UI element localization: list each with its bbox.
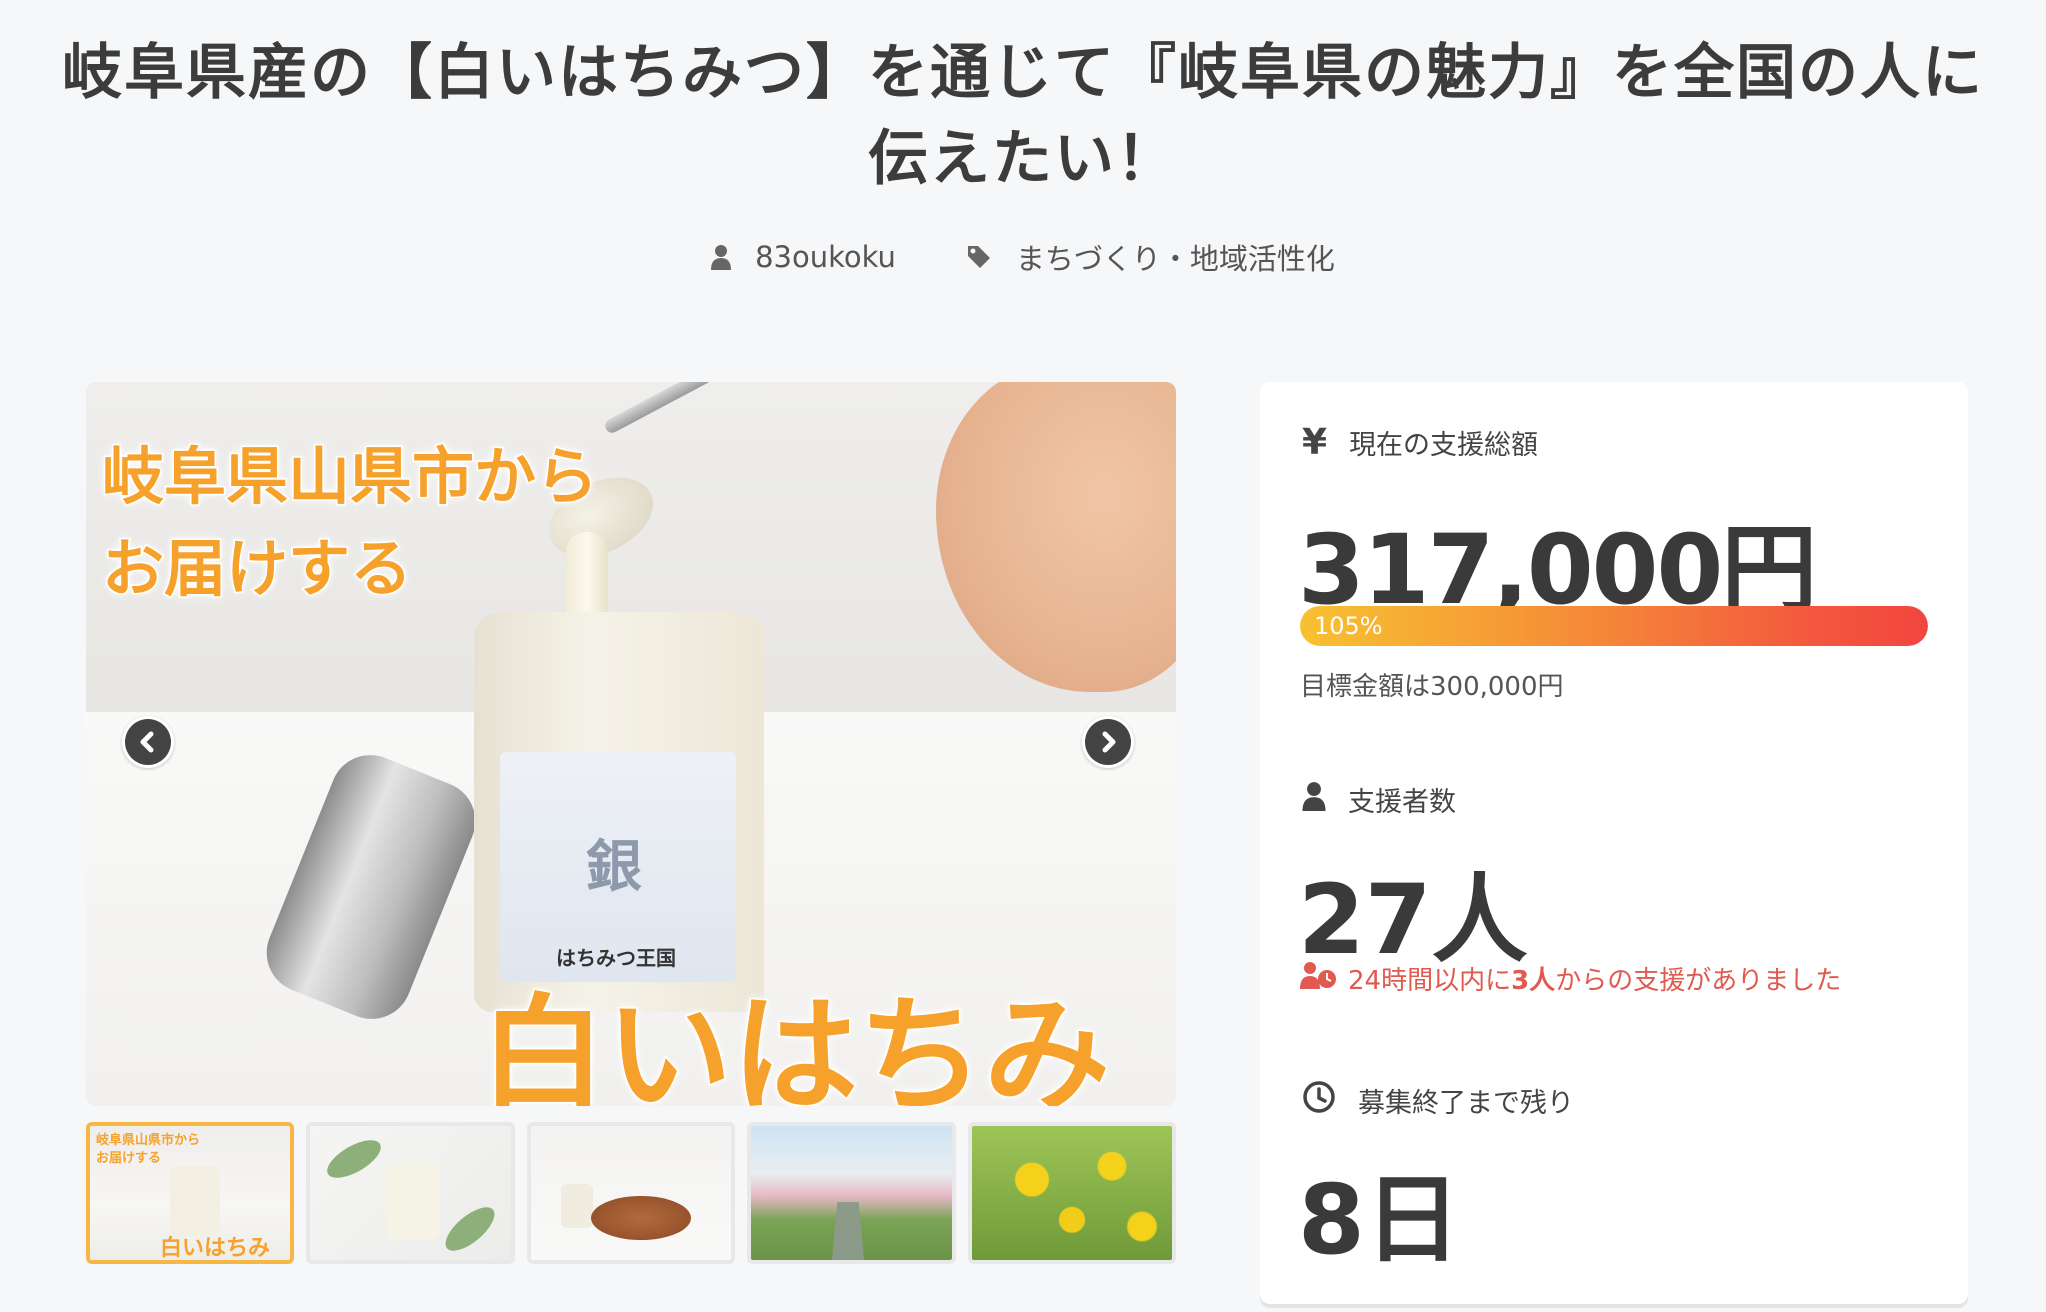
author-name: 83oukoku [755,240,896,274]
thumbnail-2[interactable] [306,1122,515,1264]
project-meta: 83oukoku まちづくり・地域活性化 [0,236,2046,278]
backers-label-row: 支援者数 [1302,780,1456,819]
remaining-label-row: 募集終了まで残り [1302,1080,1574,1121]
overlay-line2: お届けする [100,531,413,607]
author-link[interactable]: 83oukoku [711,240,896,274]
clock-icon [1302,1080,1336,1121]
tag-icon [966,244,992,270]
total-label: 現在の支援総額 [1349,430,1539,461]
backers-label: 支援者数 [1348,787,1456,818]
chevron-left-icon [125,719,171,765]
funding-progress-bar: 105% [1300,606,1928,646]
jar-label-main: 銀 [586,835,642,900]
user-icon [711,244,732,270]
next-slide-button[interactable] [1082,716,1134,768]
thumb-river [831,1202,865,1260]
user-icon [1302,781,1326,818]
thumbnail-3[interactable] [526,1122,736,1264]
hero-image[interactable]: 銀 はちみつ王国 岐阜県山県市から お届けする 白いはちみつ [86,382,1176,1106]
goal-amount: 目標金額は300,000円 [1300,672,1564,702]
thumb-jar [386,1162,441,1240]
thumb-leaf [321,1132,387,1186]
progress-percent: 105% [1314,612,1383,640]
thumb-overlay-big: 白いはちみつ [160,1236,271,1261]
funding-panel: ¥ 現在の支援総額 317,000円 105% 目標金額は300,000円 支援… [1260,382,1968,1304]
thumbnail-1[interactable]: 岐阜県山県市からお届けする 白いはちみつ [86,1122,295,1264]
thumb-jar [560,1184,593,1228]
thumb-jar [170,1166,220,1236]
thumbnail-4[interactable] [747,1122,956,1264]
remaining-label: 募集終了まで残り [1358,1088,1574,1119]
thumb-leaf [439,1199,502,1259]
yen-icon: ¥ [1302,422,1328,463]
users-clock-icon [1300,961,1338,996]
page-title: 岐阜県産の【白いはちみつ】を通じて『岐阜県の魅力』を全国の人に伝えたい！ [62,38,1984,194]
prev-slide-button[interactable] [122,716,174,768]
overlay-line1: 岐阜県山県市から [100,439,599,515]
thumb-nuts [590,1196,691,1240]
thumbnail-5[interactable] [967,1122,1177,1264]
recent-backers-notice: 24時間以内に3人からの支援がありました [1300,960,1841,997]
overlay-big: 白いはちみつ [479,981,1112,1107]
chevron-right-icon [1085,719,1131,765]
thumbnail-strip: 岐阜県山県市からお届けする 白いはちみつ [86,1122,1177,1264]
recent-text: 24時間以内に3人からの支援がありました [1348,966,1842,996]
category-name: まちづくり・地域活性化 [1015,242,1335,276]
thumb-overlay: 岐阜県山県市から お届けする [96,1133,201,1166]
progress-fill: 105% [1300,606,1928,646]
total-label-row: ¥ 現在の支援総額 [1302,422,1538,463]
category-link[interactable]: まちづくり・地域活性化 [966,236,1335,278]
days-remaining: 8日 [1298,1164,1461,1276]
